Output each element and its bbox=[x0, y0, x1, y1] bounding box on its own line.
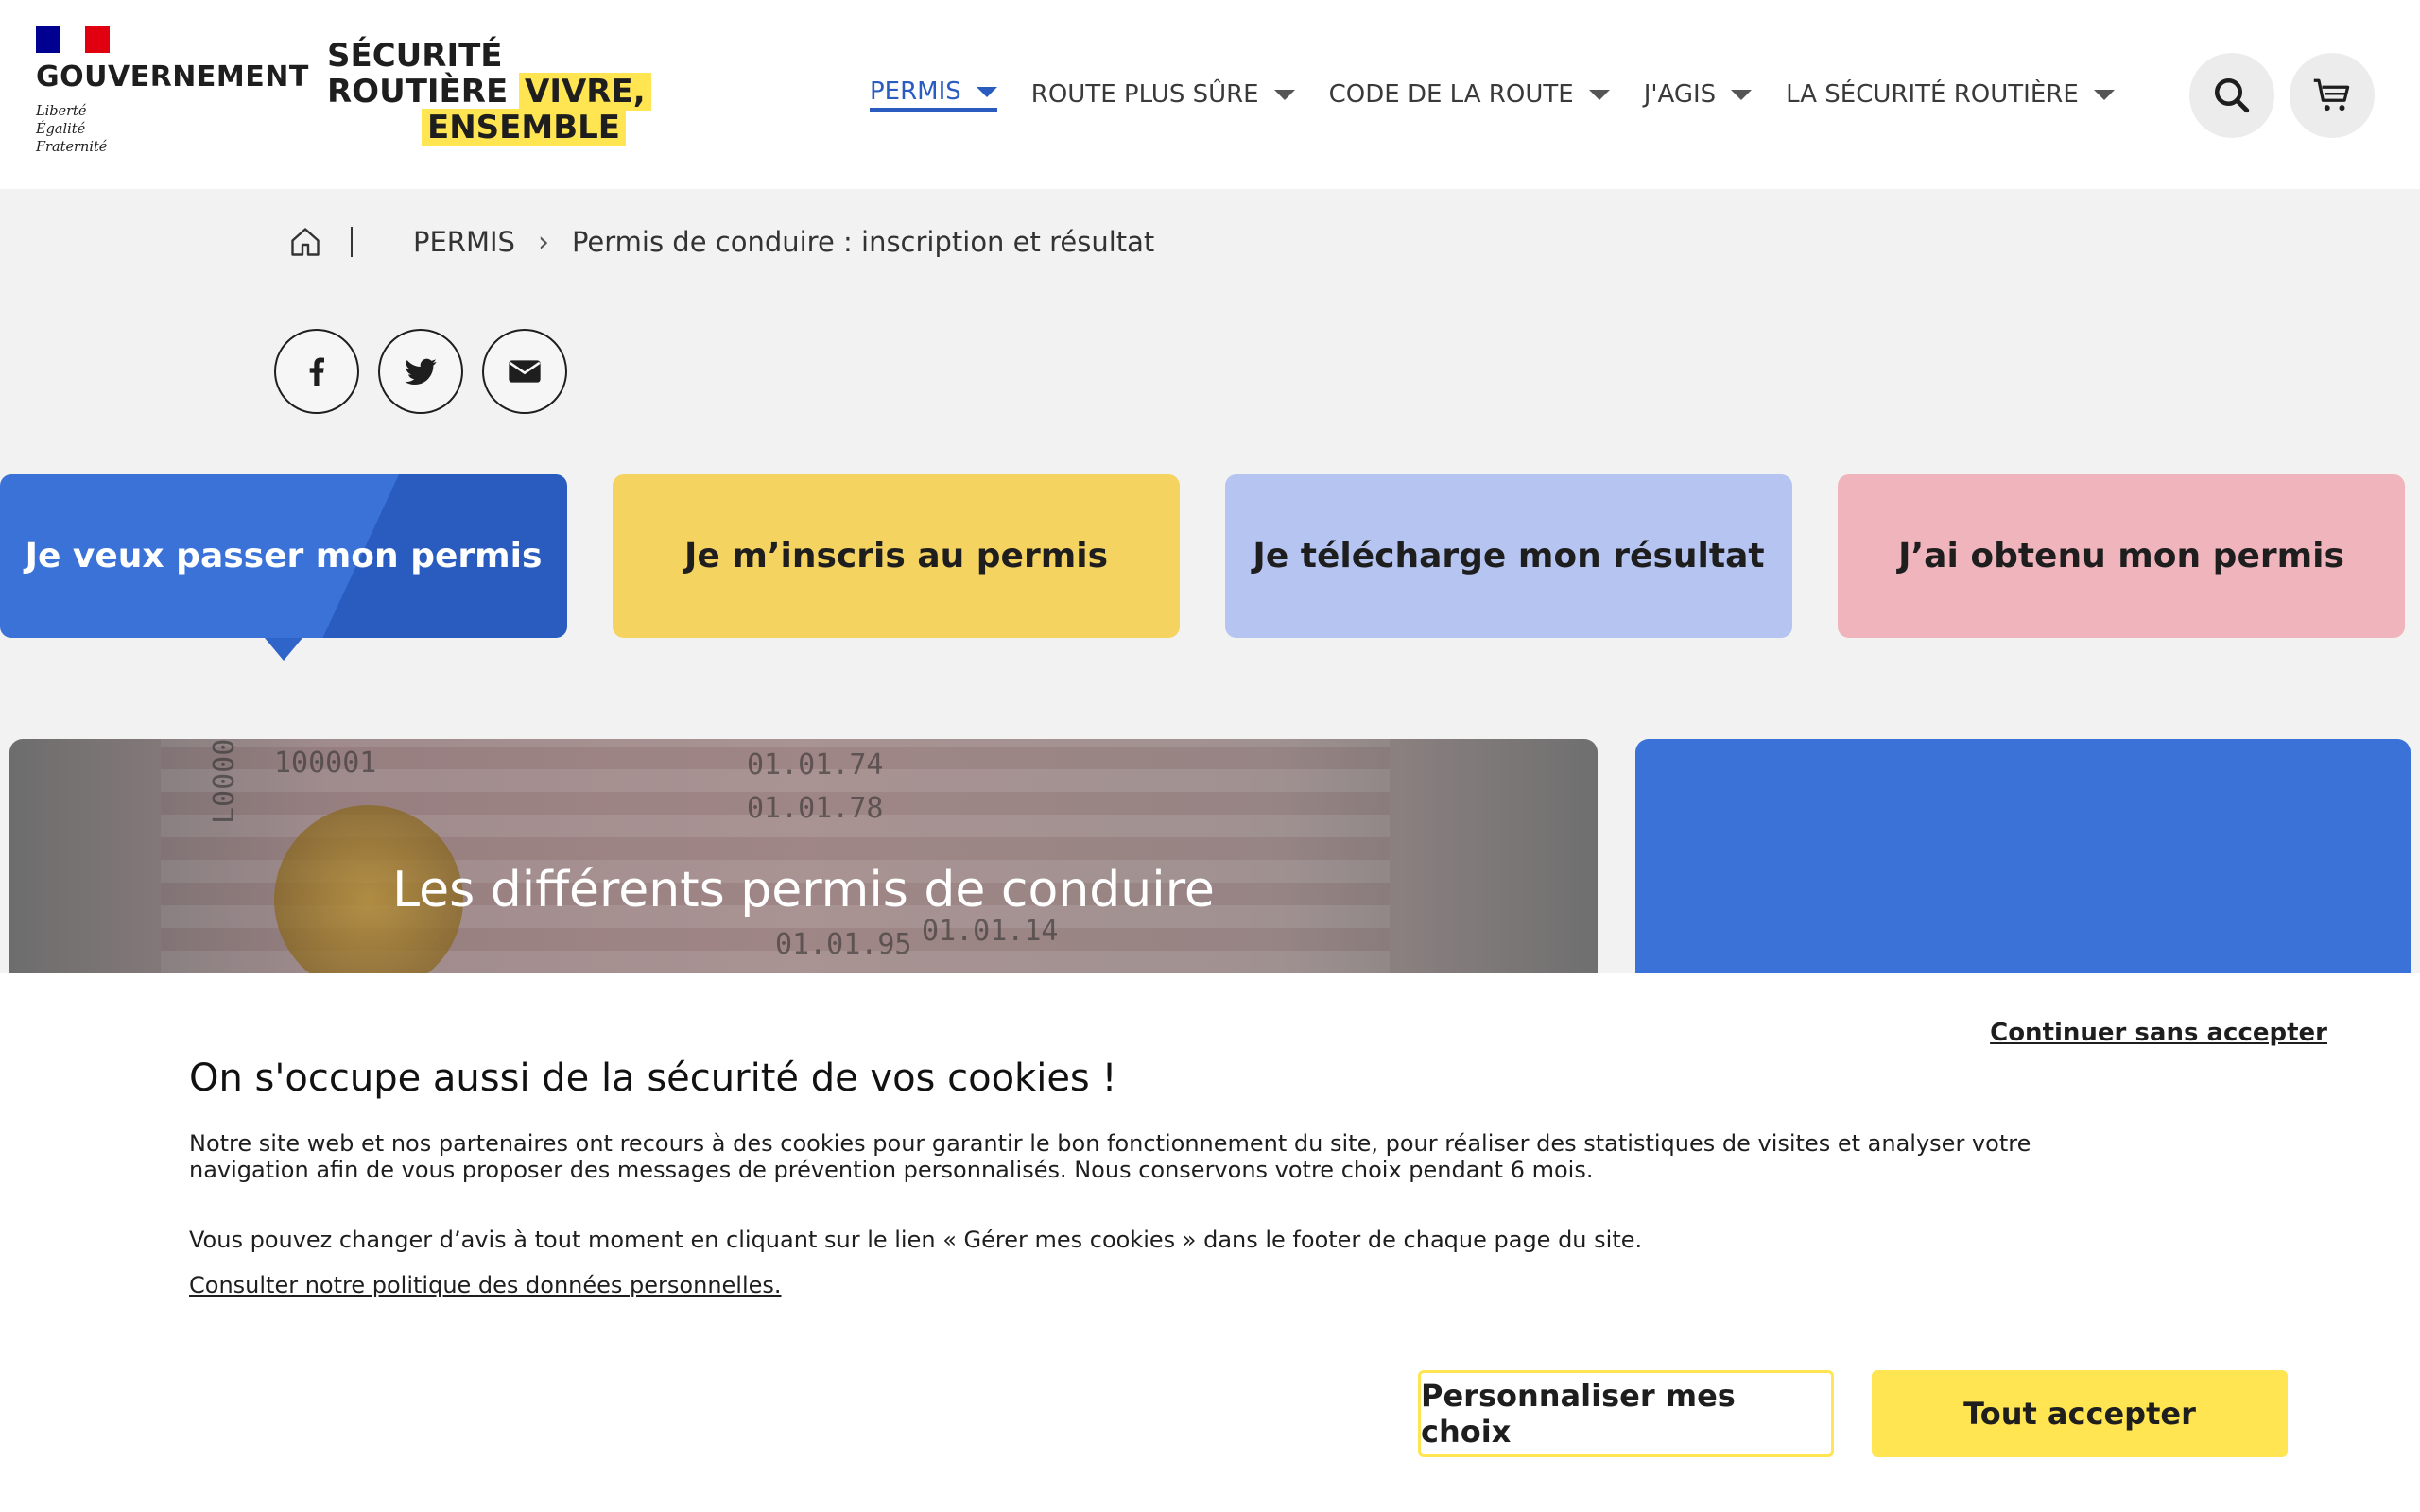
brand-line: ROUTIÈRE VIVRE, bbox=[327, 73, 651, 111]
search-button[interactable] bbox=[2189, 53, 2274, 138]
card-number: L000015 bbox=[208, 739, 241, 824]
cart-icon bbox=[2313, 78, 2350, 112]
continue-without-accepting-link[interactable]: Continuer sans accepter bbox=[1990, 1019, 2327, 1047]
share-email-button[interactable] bbox=[482, 329, 567, 414]
card-date: 01.01.14 bbox=[922, 915, 1059, 948]
brand-highlight: VIVRE, bbox=[519, 73, 651, 111]
side-feature-card[interactable] bbox=[1635, 739, 2411, 973]
tile-label: J’ai obtenu mon permis bbox=[1898, 537, 2344, 576]
share-buttons bbox=[274, 329, 586, 414]
cookie-title: On s'occupe aussi de la sécurité de vos … bbox=[189, 1057, 1117, 1100]
hero-card-permis[interactable]: 100001 01.01.74 01.01.78 01.01.95 01.01.… bbox=[9, 739, 1598, 973]
breadcrumb-current: Permis de conduire : inscription et résu… bbox=[571, 226, 1155, 258]
card-date: 01.01.78 bbox=[747, 792, 884, 825]
chevron-down-icon bbox=[1273, 89, 1295, 100]
government-logo[interactable]: GOUVERNEMENT Liberté Égalité Fraternité bbox=[36, 26, 309, 157]
brand-highlight: ENSEMBLE bbox=[422, 109, 627, 146]
brand-line: ENSEMBLE bbox=[327, 109, 651, 146]
brand-line-text: ROUTIÈRE bbox=[327, 73, 509, 111]
motto-line: Égalité bbox=[36, 122, 86, 137]
chevron-right-icon: › bbox=[537, 225, 549, 259]
chevron-down-icon bbox=[976, 86, 997, 97]
email-icon bbox=[509, 360, 541, 383]
nav-item-securite-routiere[interactable]: LA SÉCURITÉ ROUTIÈRE bbox=[1786, 80, 2115, 109]
chevron-down-icon bbox=[1588, 89, 1610, 100]
securite-routiere-logo[interactable]: SÉCURITÉ ROUTIÈRE VIVRE, ENSEMBLE bbox=[327, 38, 651, 146]
nav-item-permis[interactable]: PERMIS bbox=[870, 77, 997, 112]
tile-passer-permis[interactable]: Je veux passer mon permis bbox=[0, 474, 567, 661]
facebook-icon bbox=[309, 357, 324, 386]
nav-label: ROUTE PLUS SÛRE bbox=[1030, 80, 1259, 109]
cookie-change-info: Vous pouvez changer d’avis à tout moment… bbox=[189, 1227, 1643, 1253]
nav-label: LA SÉCURITÉ ROUTIÈRE bbox=[1786, 80, 2079, 109]
home-icon[interactable] bbox=[288, 225, 322, 259]
breadcrumb-section-link[interactable]: PERMIS bbox=[413, 226, 515, 258]
search-icon bbox=[2214, 77, 2250, 113]
tile-label: Je veux passer mon permis bbox=[25, 537, 543, 576]
brand-line: SÉCURITÉ bbox=[327, 37, 503, 75]
nav-label: CODE DE LA ROUTE bbox=[1328, 80, 1574, 109]
motto-line: Fraternité bbox=[36, 140, 108, 155]
cookie-banner: Continuer sans accepter On s'occupe auss… bbox=[0, 973, 2420, 1512]
tile-inscription-permis[interactable]: Je m’inscris au permis bbox=[613, 474, 1180, 638]
tile-label: Je télécharge mon résultat bbox=[1253, 537, 1765, 576]
tile-permis-obtenu[interactable]: J’ai obtenu mon permis bbox=[1838, 474, 2405, 638]
gov-name: GOUVERNEMENT bbox=[36, 60, 309, 94]
french-flag-icon bbox=[36, 26, 110, 53]
nav-label: PERMIS bbox=[870, 77, 961, 106]
tile-label: Je m’inscris au permis bbox=[684, 537, 1108, 576]
share-twitter-button[interactable] bbox=[378, 329, 463, 414]
twitter-icon bbox=[405, 358, 437, 386]
nav-item-jagis[interactable]: J'AGIS bbox=[1643, 80, 1753, 109]
privacy-policy-link[interactable]: Consulter notre politique des données pe… bbox=[189, 1272, 782, 1298]
chevron-down-icon bbox=[1731, 89, 1753, 100]
motto: Liberté Égalité Fraternité bbox=[36, 103, 309, 157]
motto-line: Liberté bbox=[36, 104, 87, 119]
card-date: 01.01.95 bbox=[775, 928, 912, 961]
chevron-down-icon bbox=[2093, 89, 2115, 100]
breadcrumb-divider bbox=[351, 227, 353, 257]
customize-choices-button[interactable]: Personnaliser mes choix bbox=[1418, 1370, 1834, 1457]
nav-label: J'AGIS bbox=[1643, 80, 1717, 109]
nav-item-code-de-la-route[interactable]: CODE DE LA ROUTE bbox=[1329, 80, 1610, 109]
tile-telecharger-resultat[interactable]: Je télécharge mon résultat bbox=[1225, 474, 1792, 638]
card-number: 100001 bbox=[274, 747, 377, 780]
share-facebook-button[interactable] bbox=[274, 329, 359, 414]
accept-all-button[interactable]: Tout accepter bbox=[1872, 1370, 2288, 1457]
hero-title: Les différents permis de conduire bbox=[392, 862, 1215, 919]
cookie-description: Notre site web et nos partenaires ont re… bbox=[189, 1130, 2031, 1183]
cart-button[interactable] bbox=[2290, 53, 2375, 138]
breadcrumb: PERMIS › Permis de conduire : inscriptio… bbox=[288, 225, 1154, 259]
nav-item-route-plus-sure[interactable]: ROUTE PLUS SÛRE bbox=[1031, 80, 1295, 109]
main-nav: PERMIS ROUTE PLUS SÛRE CODE DE LA ROUTE … bbox=[870, 76, 2149, 113]
card-date: 01.01.74 bbox=[747, 748, 884, 782]
site-header: GOUVERNEMENT Liberté Égalité Fraternité … bbox=[0, 0, 2420, 189]
